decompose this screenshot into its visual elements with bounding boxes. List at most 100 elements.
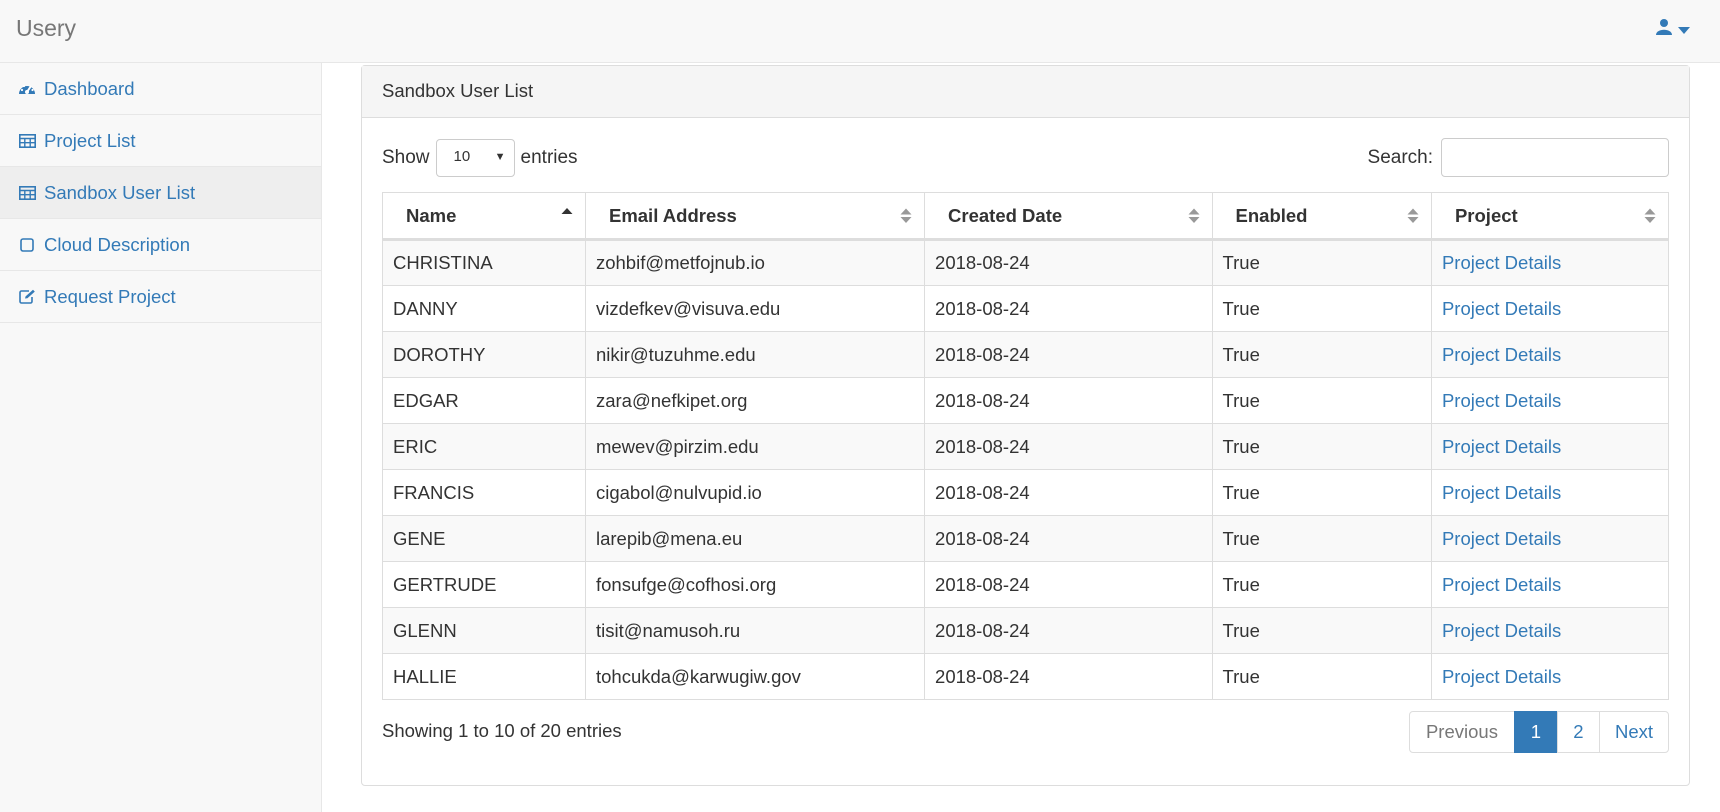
sidebar-item-cloud-description[interactable]: Cloud Description [0,219,321,271]
table-row: GERTRUDE fonsufge@cofhosi.org 2018-08-24… [382,561,1670,608]
search-input[interactable] [1441,138,1669,177]
cell-name: GERTRUDE [382,561,586,608]
cell-enabled: True [1211,239,1432,286]
table-icon [18,132,36,150]
column-header-enabled[interactable]: Enabled [1211,192,1432,241]
project-details-link[interactable]: Project Details [1442,482,1561,503]
show-label: Show [382,147,430,168]
sidebar-item-sandbox-user-list[interactable]: Sandbox User List [0,167,321,219]
sort-both-icon [900,207,912,225]
sort-both-icon [1188,207,1200,225]
project-details-link[interactable]: Project Details [1442,620,1561,641]
entries-per-page-value: 10 [453,148,471,165]
cell-enabled: True [1211,561,1432,608]
sidebar-item-dashboard[interactable]: Dashboard [0,63,321,115]
cell-email: tisit@namusoh.ru [584,607,926,654]
user-icon [1656,18,1672,41]
cell-project: Project Details [1430,607,1670,654]
user-list-panel: Sandbox User List Show 10 ▼ entries Sear… [361,65,1690,786]
select-caret-icon: ▼ [494,151,506,163]
sidebar-item-project-list[interactable]: Project List [0,115,321,167]
project-details-link[interactable]: Project Details [1442,252,1561,273]
cell-project: Project Details [1430,423,1670,470]
project-details-link[interactable]: Project Details [1442,344,1561,365]
cell-project: Project Details [1430,653,1670,700]
sidebar-item-label: Project List [44,129,136,151]
table-row: ERIC mewev@pirzim.edu 2018-08-24 True Pr… [382,423,1670,470]
navbar: Usery [0,0,1720,63]
project-details-link[interactable]: Project Details [1442,436,1561,457]
table-info: Showing 1 to 10 of 20 entries [382,720,622,741]
sidebar-item-request-project[interactable]: Request Project [0,271,321,323]
search-label: Search: [1367,146,1433,168]
user-menu-toggle[interactable] [1656,18,1690,41]
sort-ascending-icon [561,207,573,225]
sidebar-item-label: Sandbox User List [44,181,196,203]
cell-created-date: 2018-08-24 [924,285,1213,332]
cell-name: CHRISTINA [382,239,586,286]
cell-email: tohcukda@karwugiw.gov [584,653,926,700]
cell-email: vizdefkev@visuva.edu [584,285,926,332]
cell-email: zara@nefkipet.org [584,377,926,424]
cell-created-date: 2018-08-24 [924,561,1213,608]
cell-enabled: True [1211,331,1432,378]
sort-both-icon [1644,207,1656,225]
cell-enabled: True [1211,653,1432,700]
dashboard-icon [18,80,36,98]
project-details-link[interactable]: Project Details [1442,298,1561,319]
cell-project: Project Details [1430,239,1670,286]
cell-project: Project Details [1430,469,1670,516]
cell-created-date: 2018-08-24 [924,607,1213,654]
cell-enabled: True [1211,515,1432,562]
cell-created-date: 2018-08-24 [924,331,1213,378]
cell-project: Project Details [1430,515,1670,562]
cell-name: FRANCIS [382,469,586,516]
column-header-created-date[interactable]: Created Date [924,192,1213,241]
cell-email: nikir@tuzuhme.edu [584,331,926,378]
previous-page-button[interactable]: Previous [1408,711,1515,753]
next-page-button[interactable]: Next [1598,711,1669,753]
cell-created-date: 2018-08-24 [924,423,1213,470]
sidebar: Dashboard Project List Sandbox User List… [0,63,322,812]
panel-title: Sandbox User List [362,66,1689,118]
project-details-link[interactable]: Project Details [1442,574,1561,595]
app-brand[interactable]: Usery [16,15,76,42]
column-header-project[interactable]: Project [1430,192,1670,241]
square-icon [18,236,36,254]
table-row: HALLIE tohcukda@karwugiw.gov 2018-08-24 … [382,653,1670,700]
user-table: Name Email Address Created Date Enabled … [382,192,1670,700]
project-details-link[interactable]: Project Details [1442,390,1561,411]
cell-name: GLENN [382,607,586,654]
cell-created-date: 2018-08-24 [924,469,1213,516]
cell-name: HALLIE [382,653,586,700]
cell-created-date: 2018-08-24 [924,239,1213,286]
page-1-button[interactable]: 1 [1513,711,1558,753]
pagination: Previous 1 2 Next [1408,711,1669,753]
cell-created-date: 2018-08-24 [924,515,1213,562]
column-header-name[interactable]: Name [382,192,586,241]
cell-name: ERIC [382,423,586,470]
table-row: GENE larepib@mena.eu 2018-08-24 True Pro… [382,515,1670,562]
search-control: Search: [1368,138,1669,177]
column-header-email[interactable]: Email Address [584,192,926,241]
project-details-link[interactable]: Project Details [1442,666,1561,687]
cell-email: mewev@pirzim.edu [584,423,926,470]
cell-name: EDGAR [382,377,586,424]
cell-enabled: True [1211,377,1432,424]
cell-name: GENE [382,515,586,562]
table-row: CHRISTINA zohbif@metfojnub.io 2018-08-24… [382,239,1670,286]
cell-name: DOROTHY [382,331,586,378]
sidebar-item-label: Dashboard [44,77,135,99]
project-details-link[interactable]: Project Details [1442,528,1561,549]
entries-per-page-select[interactable]: 10 ▼ [435,139,515,177]
table-row: DANNY vizdefkev@visuva.edu 2018-08-24 Tr… [382,285,1670,332]
page-2-button[interactable]: 2 [1556,711,1600,753]
entries-length-control: Show 10 ▼ entries [382,139,578,177]
sort-both-icon [1407,207,1419,225]
cell-enabled: True [1211,469,1432,516]
cell-email: larepib@mena.eu [584,515,926,562]
sidebar-item-label: Request Project [44,285,176,307]
table-row: EDGAR zara@nefkipet.org 2018-08-24 True … [382,377,1670,424]
table-row: FRANCIS cigabol@nulvupid.io 2018-08-24 T… [382,469,1670,516]
cell-project: Project Details [1430,377,1670,424]
